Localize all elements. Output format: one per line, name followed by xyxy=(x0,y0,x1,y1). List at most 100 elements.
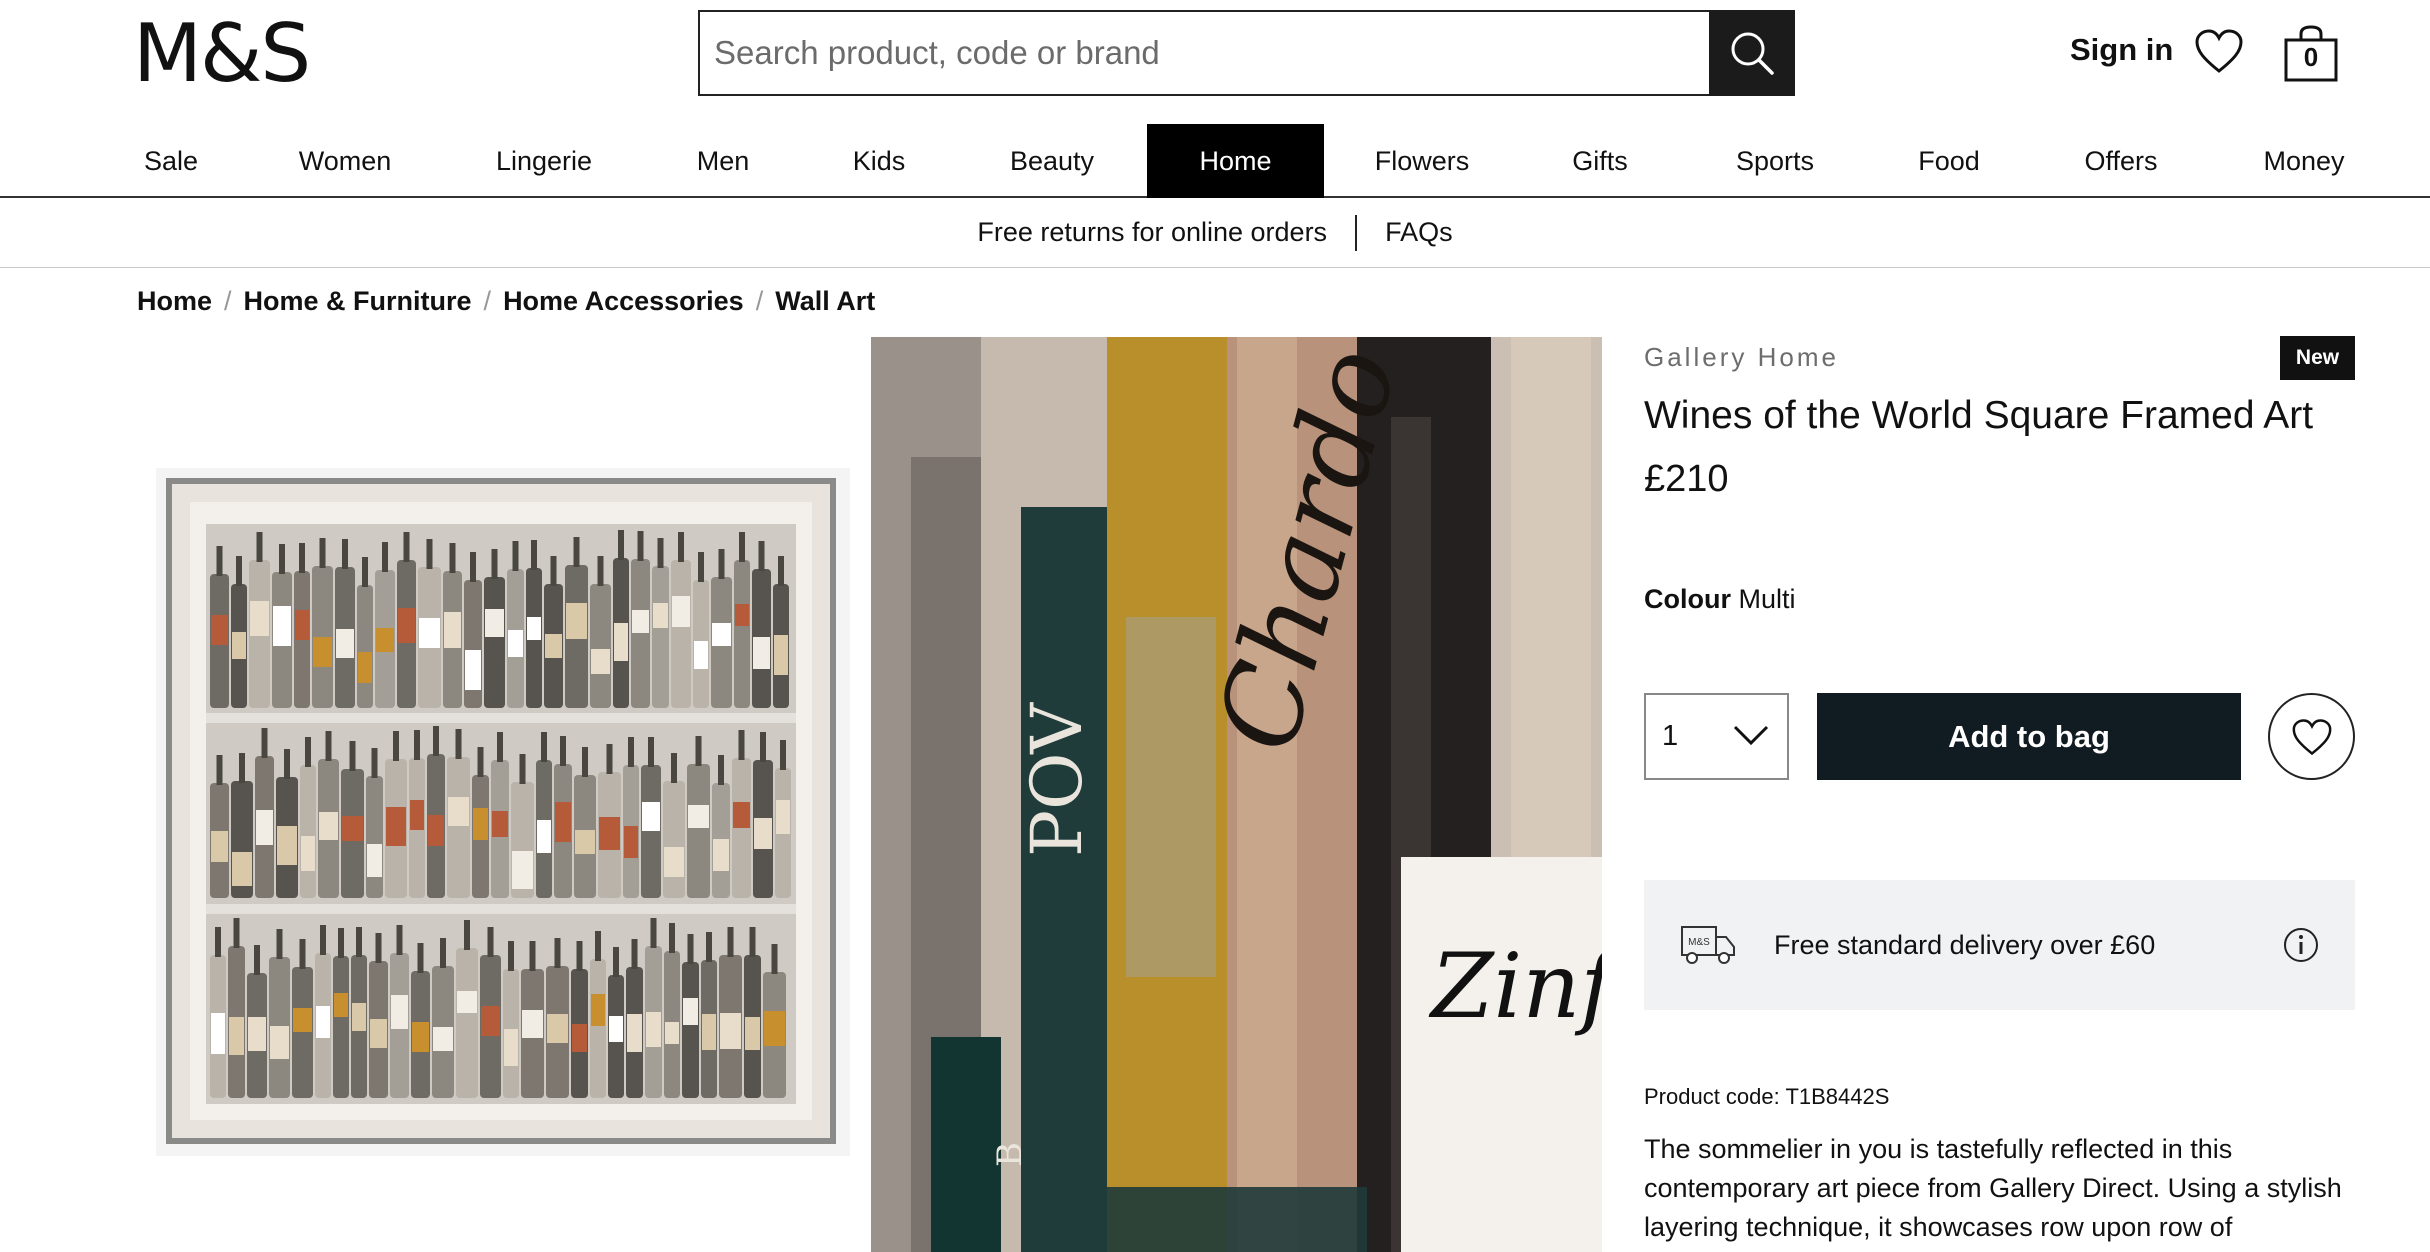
wine-bottle-neck xyxy=(403,532,410,562)
wine-bottle-label xyxy=(735,604,749,626)
nav-item-kids[interactable]: Kids xyxy=(838,124,920,198)
nav-item-offers[interactable]: Offers xyxy=(2074,124,2168,198)
wine-bottle-label xyxy=(412,1022,429,1052)
search-input[interactable] xyxy=(700,12,1709,94)
wine-bottle-label xyxy=(522,1010,543,1038)
artwork-text-b: B xyxy=(990,1142,1030,1167)
wine-bottle-neck xyxy=(739,532,745,562)
wine-bottle-label xyxy=(547,1014,568,1043)
wine-bottle-label xyxy=(386,807,406,846)
nav-item-money[interactable]: Money xyxy=(2254,124,2354,198)
wine-bottle-neck xyxy=(261,728,268,758)
wine-bottle-neck xyxy=(560,736,566,766)
sign-in-link[interactable]: Sign in xyxy=(2070,32,2173,68)
wine-bottle-label xyxy=(774,635,788,675)
wine-bottle-label xyxy=(642,802,660,831)
wine-bottle-neck xyxy=(650,918,657,948)
wine-bottle-neck xyxy=(497,732,503,762)
product-brand[interactable]: Gallery Home xyxy=(1644,342,1839,373)
wine-bottle-label xyxy=(753,637,770,669)
wine-bottle-neck xyxy=(382,542,388,572)
breadcrumb-home-accessories[interactable]: Home Accessories xyxy=(503,286,744,317)
ms-logo[interactable]: M&S xyxy=(133,14,311,94)
wine-bottle-label xyxy=(367,844,382,877)
wine-bottle-label xyxy=(672,596,690,627)
wine-bottle-neck xyxy=(628,737,634,767)
product-main-image[interactable]: POV Chardo Zinf B xyxy=(871,337,1602,1252)
nav-item-sale[interactable]: Sale xyxy=(124,124,218,198)
wine-bottle-neck xyxy=(299,543,305,573)
quantity-value: 1 xyxy=(1662,720,1679,752)
wine-bottle-neck xyxy=(362,557,368,587)
wine-bottle-neck xyxy=(687,934,694,964)
breadcrumb-separator: / xyxy=(483,286,492,316)
wine-bottle-neck xyxy=(727,927,734,957)
wine-bottle-neck xyxy=(678,532,684,562)
breadcrumb-home-furniture[interactable]: Home & Furniture xyxy=(244,286,472,317)
wine-bottle-label xyxy=(591,649,610,674)
wine-bottle-label xyxy=(428,815,444,846)
add-to-bag-button[interactable]: Add to bag xyxy=(1817,693,2241,780)
wine-bottle-label xyxy=(653,603,668,628)
wine-bottle xyxy=(663,781,685,898)
add-to-wishlist-button[interactable] xyxy=(2268,693,2355,780)
free-returns-link[interactable]: Free returns for online orders xyxy=(977,217,1327,248)
nav-item-beauty[interactable]: Beauty xyxy=(992,124,1112,198)
nav-item-flowers[interactable]: Flowers xyxy=(1362,124,1482,198)
promo-bar: Free returns for online orders FAQs xyxy=(0,198,2430,268)
wine-bottle-neck xyxy=(613,947,619,977)
wine-bottle-label xyxy=(316,1006,330,1038)
wine-bottle xyxy=(734,560,750,708)
search-icon xyxy=(1731,32,1774,75)
wine-bottle-neck xyxy=(508,941,514,971)
product-thumbnail-framed[interactable] xyxy=(156,468,850,1156)
heart-icon[interactable] xyxy=(2194,28,2244,74)
wine-bottle-neck xyxy=(718,755,724,785)
info-icon[interactable] xyxy=(2283,927,2319,963)
wine-bottle-label xyxy=(545,634,562,658)
nav-item-home[interactable]: Home xyxy=(1147,124,1324,198)
faqs-link[interactable]: FAQs xyxy=(1385,217,1453,248)
wine-bottle-label xyxy=(614,623,628,661)
wine-bottle-neck xyxy=(519,754,526,784)
wine-bottle-label xyxy=(555,802,571,842)
new-badge: New xyxy=(2280,336,2355,380)
nav-item-lingerie[interactable]: Lingerie xyxy=(477,124,611,198)
wine-bottle-label xyxy=(627,1014,642,1052)
wine-bottle-label xyxy=(572,1024,587,1052)
breadcrumb-home[interactable]: Home xyxy=(137,286,212,317)
wine-bottle-label xyxy=(504,1029,518,1066)
nav-item-women[interactable]: Women xyxy=(283,124,407,198)
wine-bottle-label xyxy=(713,839,729,871)
wine-bottle-neck xyxy=(554,938,561,968)
wine-bottle-neck xyxy=(541,732,547,762)
colour-value: Multi xyxy=(1738,584,1796,614)
wine-bottle-neck xyxy=(487,927,494,957)
wine-bottle-label xyxy=(295,610,309,640)
wine-bottle-neck xyxy=(597,556,604,586)
wine-bottle-label xyxy=(664,847,684,877)
quantity-select[interactable]: 1 xyxy=(1644,693,1789,780)
breadcrumb-separator: / xyxy=(224,286,232,316)
search-bar xyxy=(698,10,1795,96)
wine-bottle-label xyxy=(527,617,541,640)
wine-bottle-neck xyxy=(396,925,403,955)
wine-bottle-neck xyxy=(648,737,654,767)
wine-bottle-label xyxy=(720,1013,741,1049)
artwork-text-pov: POV xyxy=(1016,702,1098,857)
nav-item-men[interactable]: Men xyxy=(681,124,765,198)
wine-bottle-label xyxy=(609,1016,623,1042)
search-button[interactable] xyxy=(1709,10,1795,96)
nav-item-gifts[interactable]: Gifts xyxy=(1548,124,1652,198)
framed-art-image xyxy=(166,478,836,1144)
breadcrumb-wall-art[interactable]: Wall Art xyxy=(775,286,875,317)
wine-bottle xyxy=(590,584,611,708)
wine-bottle-label xyxy=(512,851,533,889)
wine-bottle-label xyxy=(410,800,424,830)
wine-bottle-neck xyxy=(771,944,778,974)
wine-bottle-label xyxy=(694,641,708,669)
nav-item-food[interactable]: Food xyxy=(1903,124,1995,198)
nav-item-sports[interactable]: Sports xyxy=(1720,124,1830,198)
wine-bottle-neck xyxy=(477,747,484,777)
wine-bottle xyxy=(652,566,669,708)
